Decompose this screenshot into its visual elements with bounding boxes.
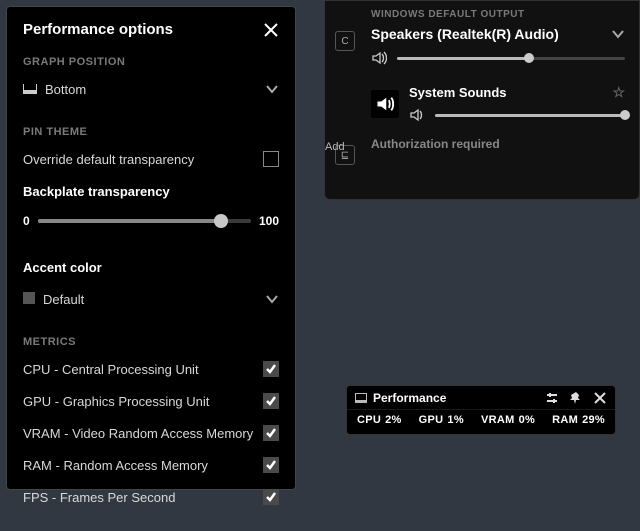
slider-min: 0 <box>23 214 30 228</box>
metric-checkbox[interactable] <box>263 361 279 377</box>
chevron-down-icon <box>611 27 625 41</box>
metric-label: CPU - Central Processing Unit <box>23 362 199 377</box>
monitor-icon <box>355 393 367 403</box>
metric-row[interactable]: CPU - Central Processing Unit <box>23 356 279 382</box>
color-swatch-icon <box>23 292 35 304</box>
performance-overlay: Performance CPU2% GPU1% VRAM0% RAM29% <box>346 385 616 435</box>
override-transparency-checkbox[interactable] <box>263 151 279 167</box>
section-pin-theme: PIN THEME <box>23 126 279 138</box>
perf-stat: RAM29% <box>552 414 605 426</box>
section-metrics: METRICS <box>23 336 279 348</box>
speaker-icon[interactable] <box>409 107 425 123</box>
app-volume-row: System Sounds ☆ <box>371 84 625 123</box>
metric-row[interactable]: VRAM - Video Random Access Memory <box>23 420 279 446</box>
audio-flyout-panel: C ⊑ Add WINDOWS DEFAULT OUTPUT Speakers … <box>324 0 640 200</box>
audio-device-dropdown[interactable]: Speakers (Realtek(R) Audio) <box>371 26 625 42</box>
overlay-title: Performance <box>373 391 446 405</box>
perf-stat: GPU1% <box>419 414 464 426</box>
close-icon[interactable] <box>593 391 607 405</box>
panel-title: Performance options <box>23 21 173 38</box>
master-volume-slider[interactable] <box>397 57 625 60</box>
metric-checkbox[interactable] <box>263 489 279 505</box>
metric-row[interactable]: FPS - Frames Per Second <box>23 484 279 510</box>
chevron-down-icon <box>265 82 279 96</box>
backplate-transparency-label: Backplate transparency <box>23 184 170 199</box>
metric-checkbox[interactable] <box>263 425 279 441</box>
backplate-transparency-slider[interactable] <box>38 219 251 223</box>
metric-label: FPS - Frames Per Second <box>23 490 175 505</box>
metric-row[interactable]: RAM - Random Access Memory <box>23 452 279 478</box>
app-name-label: System Sounds <box>409 85 507 100</box>
audio-section-heading: WINDOWS DEFAULT OUTPUT <box>371 9 625 20</box>
pin-icon[interactable] <box>569 391 583 405</box>
override-transparency-row[interactable]: Override default transparency <box>23 146 279 172</box>
metric-row[interactable]: GPU - Graphics Processing Unit <box>23 388 279 414</box>
performance-options-panel: Performance options GRAPH POSITION Botto… <box>6 6 296 490</box>
accent-color-dropdown[interactable]: Default <box>23 286 279 312</box>
slider-max: 100 <box>259 214 279 228</box>
metric-checkbox[interactable] <box>263 393 279 409</box>
app-volume-slider[interactable] <box>435 114 625 117</box>
system-sounds-icon <box>371 90 399 118</box>
metric-label: VRAM - Video Random Access Memory <box>23 426 253 441</box>
metric-checkbox[interactable] <box>263 457 279 473</box>
perf-stat: VRAM0% <box>481 414 535 426</box>
authorization-required-text: Authorization required <box>371 137 625 151</box>
section-graph-position: GRAPH POSITION <box>23 56 279 68</box>
favorite-star-icon[interactable]: ☆ <box>612 84 625 101</box>
metric-label: GPU - Graphics Processing Unit <box>23 394 209 409</box>
settings-sliders-icon[interactable] <box>545 391 559 405</box>
close-icon[interactable] <box>263 22 279 38</box>
perf-stat: CPU2% <box>357 414 402 426</box>
speaker-icon[interactable] <box>371 50 387 66</box>
graph-position-dropdown[interactable]: Bottom <box>23 76 279 102</box>
chevron-down-icon <box>265 292 279 306</box>
position-bottom-icon <box>23 84 37 94</box>
accent-color-label: Accent color <box>23 260 102 275</box>
metric-label: RAM - Random Access Memory <box>23 458 208 473</box>
